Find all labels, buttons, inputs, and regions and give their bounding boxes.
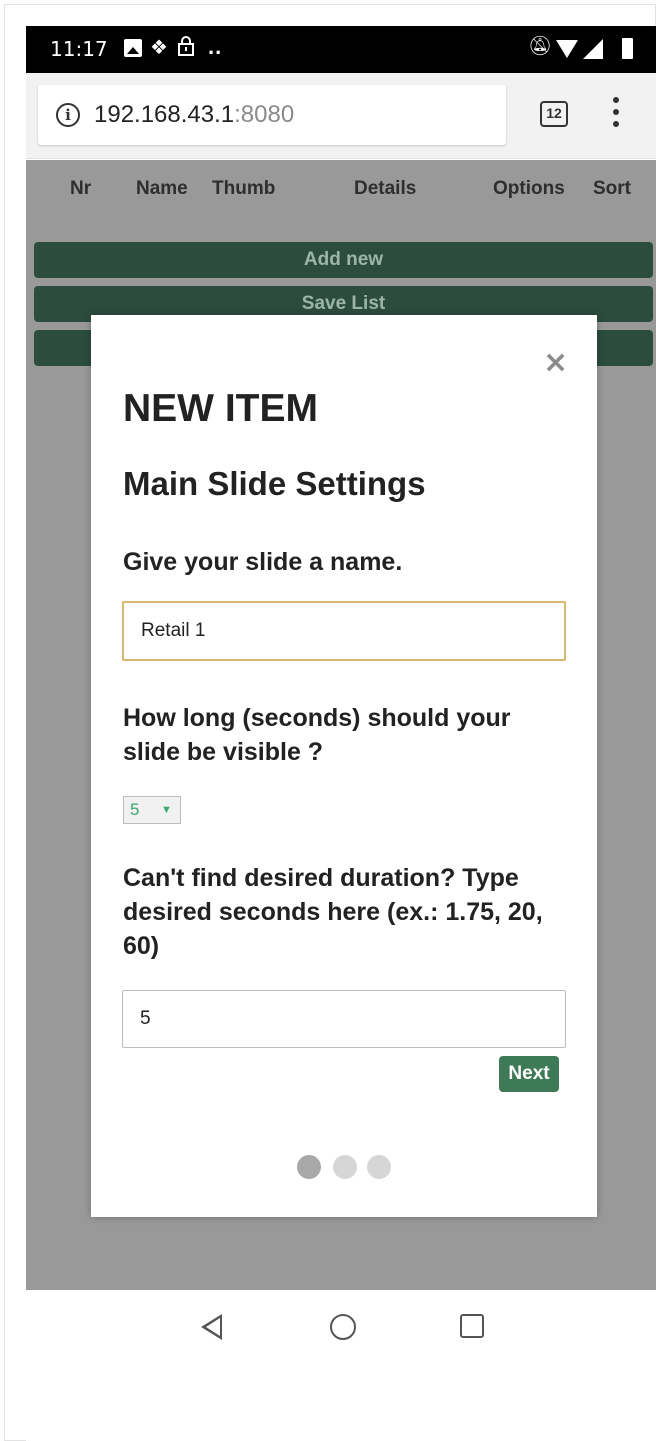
url-port: :8080 bbox=[234, 101, 295, 128]
step-dot-3[interactable] bbox=[367, 1155, 391, 1179]
new-item-modal: × NEW ITEM Main Slide Settings Give your… bbox=[91, 315, 597, 1217]
image-icon bbox=[124, 39, 142, 57]
table-header: Nr Name Thumb Details Options Sort bbox=[26, 178, 656, 208]
duration-select[interactable]: 5 ▼ bbox=[123, 796, 181, 824]
tab-switcher-button[interactable]: 12 bbox=[540, 101, 568, 127]
column-header-details: Details bbox=[354, 178, 417, 199]
slide-name-input[interactable]: Retail 1 bbox=[122, 601, 566, 661]
column-header-thumb: Thumb bbox=[212, 178, 276, 199]
wifi-icon bbox=[556, 40, 578, 58]
recent-apps-icon[interactable] bbox=[460, 1314, 484, 1338]
step-dot-2[interactable] bbox=[333, 1155, 357, 1179]
custom-duration-input[interactable]: 5 bbox=[122, 990, 566, 1048]
phone-screen: 11:17 ❖ .. 🔕︎ i 192.168.43.1:8080 12 Nr … bbox=[26, 26, 656, 1441]
address-bar[interactable]: i 192.168.43.1:8080 bbox=[38, 85, 506, 145]
modal-subtitle: Main Slide Settings bbox=[123, 465, 426, 502]
duration-label: How long (seconds) should your slide be … bbox=[123, 704, 511, 766]
url-host: 192.168.43.1 bbox=[94, 101, 235, 128]
modal-title: NEW ITEM bbox=[123, 387, 318, 430]
column-header-name: Name bbox=[136, 178, 188, 199]
step-indicator bbox=[297, 1155, 393, 1181]
home-icon[interactable] bbox=[330, 1314, 356, 1340]
column-header-sort: Sort bbox=[593, 178, 631, 199]
back-icon[interactable] bbox=[201, 1314, 222, 1340]
lock-icon bbox=[177, 35, 195, 57]
slide-name-label: Give your slide a name. bbox=[123, 548, 403, 576]
system-nav-bar bbox=[26, 1290, 656, 1370]
step-dot-1[interactable] bbox=[297, 1155, 321, 1179]
next-button[interactable]: Next bbox=[499, 1056, 559, 1092]
status-bar: 11:17 ❖ .. 🔕︎ bbox=[26, 26, 656, 73]
browser-toolbar: i 192.168.43.1:8080 12 bbox=[26, 73, 656, 159]
duration-select-value: 5 bbox=[130, 800, 140, 819]
battery-icon bbox=[622, 38, 633, 59]
add-new-button[interactable]: Add new bbox=[34, 242, 653, 278]
dropbox-icon: ❖ bbox=[150, 37, 168, 59]
info-icon[interactable]: i bbox=[56, 103, 80, 127]
status-time: 11:17 bbox=[50, 37, 108, 61]
notifications-muted-icon: 🔕︎ bbox=[528, 36, 553, 57]
column-header-nr: Nr bbox=[70, 178, 92, 199]
more-notifications-icon: .. bbox=[208, 34, 223, 59]
column-header-options: Options bbox=[493, 178, 565, 199]
close-icon[interactable]: × bbox=[543, 345, 568, 380]
chevron-down-icon: ▼ bbox=[161, 804, 172, 816]
custom-duration-label: Can't find desired duration? Type desire… bbox=[123, 864, 543, 960]
browser-menu-icon[interactable] bbox=[606, 97, 626, 133]
url-text: 192.168.43.1:8080 bbox=[94, 101, 294, 129]
page-content: Nr Name Thumb Details Options Sort Add n… bbox=[26, 160, 656, 1290]
signal-icon bbox=[583, 39, 603, 59]
